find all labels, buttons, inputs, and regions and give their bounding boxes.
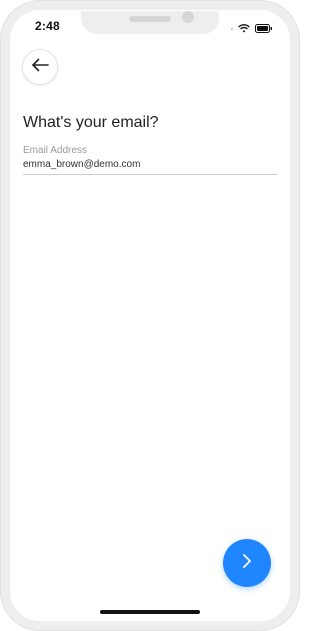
camera xyxy=(182,11,194,23)
battery-icon xyxy=(255,20,273,38)
email-input[interactable] xyxy=(23,157,277,175)
screen: 2:48 What's your email? Email Address em… xyxy=(11,11,289,620)
speaker xyxy=(129,16,171,22)
status-time: 2:48 xyxy=(35,19,60,33)
next-button[interactable] xyxy=(223,539,271,587)
wifi-icon xyxy=(238,20,250,38)
page-title: What's your email? xyxy=(23,114,159,131)
status-icons xyxy=(231,20,273,38)
arrow-left-icon xyxy=(31,58,49,77)
email-field-group: Email Address xyxy=(23,145,277,175)
home-indicator[interactable] xyxy=(100,610,200,614)
back-button[interactable] xyxy=(22,49,58,85)
notch xyxy=(81,11,219,34)
email-field-label: Email Address xyxy=(23,145,87,156)
dot-icon xyxy=(231,28,233,30)
chevron-right-icon xyxy=(241,553,253,574)
